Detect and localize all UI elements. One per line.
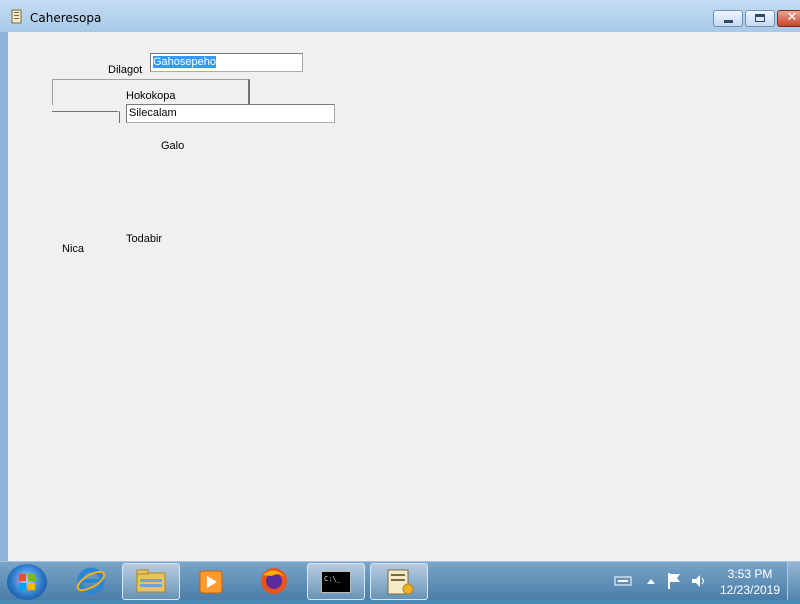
show-hidden-icons-icon[interactable] [645, 576, 657, 586]
clock-time[interactable]: 3:53 PM [715, 567, 785, 581]
maximize-button[interactable] [745, 10, 775, 27]
folder-icon [136, 569, 166, 593]
label-galo: Galo [161, 140, 185, 152]
main-window: Caheresopa ✕ Dilagot Gahosepeho Hokokopa… [0, 0, 800, 561]
command-prompt-icon: C:\_ [321, 571, 351, 593]
taskbar: C:\_ 3:53 PM 12/23/2019 [0, 561, 800, 600]
firefox-icon [261, 568, 287, 594]
taskbar-media-player-button[interactable] [182, 563, 240, 600]
app-scroll-icon [387, 569, 414, 595]
volume-icon[interactable] [690, 572, 708, 590]
clock-date[interactable]: 12/23/2019 [713, 583, 787, 597]
media-player-icon [199, 570, 223, 594]
taskbar-explorer-button[interactable] [122, 563, 180, 600]
label-todabir: Todabir [126, 233, 163, 245]
window-title: Caheresopa [30, 11, 102, 25]
silecalam-input[interactable]: Silecalam [126, 104, 335, 123]
app-icon [11, 9, 22, 24]
label-nica: Nica [62, 243, 85, 255]
silecalam-value: Silecalam [129, 107, 177, 119]
maximize-icon [755, 14, 765, 22]
close-button[interactable]: ✕ [777, 10, 800, 27]
taskbar-ie-button[interactable] [62, 563, 120, 600]
internet-explorer-icon [76, 567, 106, 595]
minimize-icon [724, 20, 733, 23]
minimize-button[interactable] [713, 10, 743, 27]
gahosepeho-input[interactable]: Gahosepeho [150, 53, 303, 72]
group-box-divider [119, 111, 120, 123]
taskbar-cmd-button[interactable]: C:\_ [307, 563, 365, 600]
client-area: Dilagot Gahosepeho Hokokopa Silecalam Ga… [8, 32, 800, 561]
start-button[interactable] [7, 564, 47, 600]
gahosepeho-value: Gahosepeho [153, 56, 216, 68]
action-center-flag-icon[interactable] [666, 572, 682, 590]
windows-logo-icon [19, 574, 35, 590]
cmd-icon-text: C:\_ [324, 575, 341, 583]
taskbar-firefox-button[interactable] [245, 563, 303, 600]
label-hokokopa: Hokokopa [126, 90, 176, 102]
keyboard-icon[interactable] [614, 574, 632, 588]
close-icon: ✕ [786, 10, 798, 25]
taskbar-app-button[interactable] [370, 563, 428, 600]
label-dilagot: Dilagot [108, 64, 143, 76]
title-bar[interactable]: Caheresopa ✕ [0, 0, 800, 32]
show-desktop-button[interactable] [787, 562, 800, 600]
group-box-line [52, 111, 118, 112]
